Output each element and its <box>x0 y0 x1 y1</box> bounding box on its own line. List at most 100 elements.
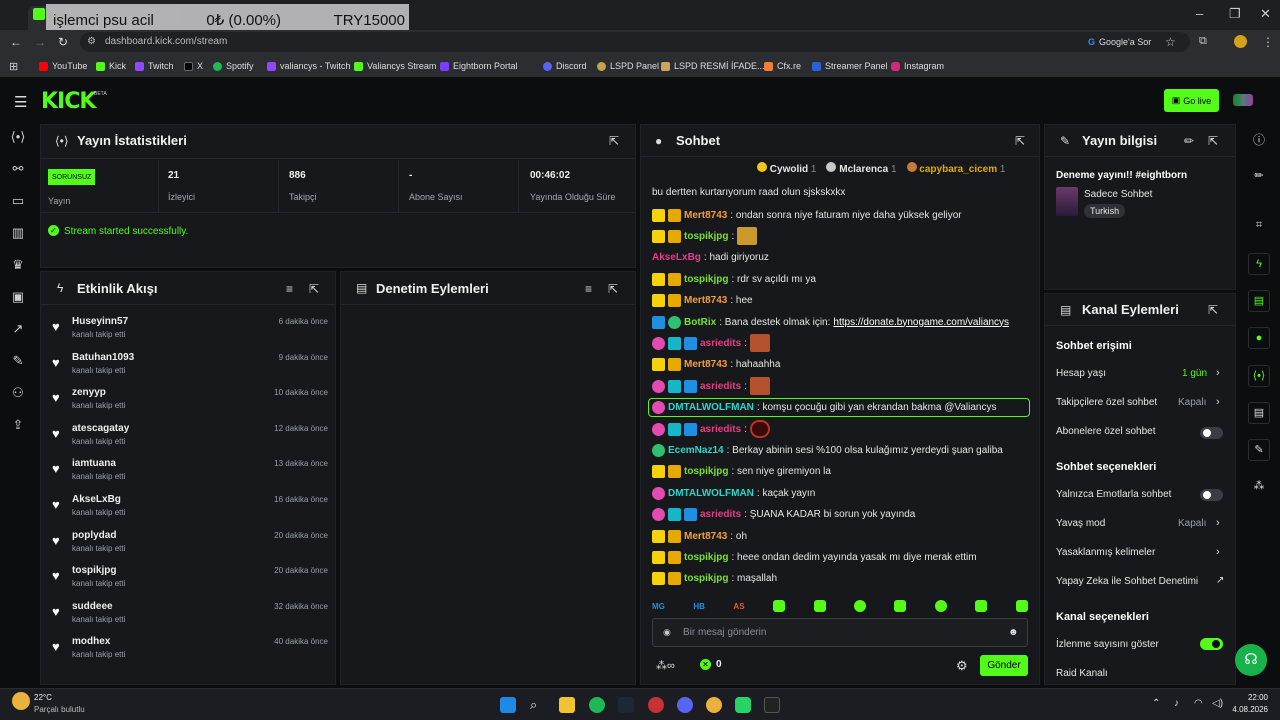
pink-badge-icon[interactable] <box>652 422 665 436</box>
bookmark-instagram[interactable]: Instagram <box>891 61 944 71</box>
chat-link[interactable]: https://donate.bynogame.com/valiancys <box>833 317 1009 328</box>
chat-username[interactable]: Mert8743 <box>684 295 727 306</box>
chat-username[interactable]: DMTALWOLFMAN <box>668 488 754 499</box>
wifi-icon[interactable]: ◠ <box>1194 698 1203 709</box>
profile-avatar[interactable] <box>1234 35 1247 48</box>
sub-badge-icon[interactable] <box>652 529 665 543</box>
wrench-icon[interactable]: ✎ <box>1248 439 1270 461</box>
gift-icon[interactable]: ⁂∞ <box>656 659 675 672</box>
activity-item[interactable]: ♥ atescagatay kanalı takip etti 12 dakika ö… <box>52 423 328 457</box>
popout-icon[interactable]: ⇱ <box>1208 303 1218 317</box>
chat-username[interactable]: tospikjpg <box>684 466 728 477</box>
pink-badge-icon[interactable] <box>652 336 665 350</box>
chat-message[interactable]: DMTALWOLFMAN: kaçak yayın <box>652 486 1032 500</box>
activity-username[interactable]: poplydad <box>72 530 116 541</box>
crown-badge-icon[interactable] <box>668 358 681 372</box>
chevron-right-icon[interactable]: › <box>1216 546 1220 558</box>
chat-message[interactable]: Mert8743: hee <box>652 294 1032 308</box>
emote-icon[interactable] <box>813 600 826 612</box>
sub-badge-icon[interactable] <box>652 550 665 564</box>
subs-only-toggle[interactable] <box>1200 427 1223 439</box>
sub-badge-icon[interactable] <box>652 272 665 286</box>
bookmark-discord[interactable]: Discord <box>543 61 587 71</box>
chevron-up-icon[interactable]: ⌃ <box>1152 698 1160 709</box>
chevron-right-icon[interactable]: › <box>1216 517 1220 529</box>
activity-username[interactable]: atescagatay <box>72 423 129 434</box>
wrench-icon[interactable]: ✎ <box>9 353 27 371</box>
emote-as[interactable]: AS <box>733 602 744 611</box>
edit-icon[interactable]: ✏ <box>1248 166 1270 188</box>
steam-icon[interactable] <box>618 697 634 713</box>
chat-username[interactable]: tospikjpg <box>684 573 728 584</box>
emote-only-toggle[interactable] <box>1200 489 1223 501</box>
activity-item[interactable]: ♥ zenyyp kanalı takip etti 10 dakika önce <box>52 387 328 421</box>
activity-username[interactable]: iamtuana <box>72 458 116 469</box>
gifter-2[interactable]: Mclarenca 1 <box>826 162 897 175</box>
sub-badge-icon[interactable] <box>652 465 665 479</box>
maximize-icon[interactable]: ❐ <box>1229 6 1241 22</box>
bookmark-twitch[interactable]: Twitch <box>135 61 174 71</box>
extensions-icon[interactable]: ⧉ <box>1199 35 1207 48</box>
emote-icon[interactable] <box>854 600 866 612</box>
followers-only-label[interactable]: Takipçilere özel sohbet <box>1056 397 1157 408</box>
pink-badge-icon[interactable] <box>652 400 665 414</box>
crown-badge-icon[interactable] <box>668 294 681 308</box>
sub-badge-icon[interactable] <box>652 358 665 372</box>
account-age-value[interactable]: 1 gün <box>1182 368 1207 379</box>
slow-mode-value[interactable]: Kapalı <box>1178 518 1206 529</box>
user-avatar[interactable] <box>1233 94 1253 106</box>
chat-emote[interactable] <box>749 377 770 396</box>
bookmark-streamer-panel[interactable]: Streamer Panel <box>812 61 888 71</box>
search-icon[interactable]: ⌕ <box>530 697 546 713</box>
sub-badge-icon[interactable] <box>652 229 665 243</box>
gift-badge-icon[interactable] <box>668 422 681 436</box>
start-icon[interactable] <box>500 697 516 713</box>
emote-icon[interactable] <box>894 600 907 612</box>
verified-badge-icon[interactable] <box>684 379 697 393</box>
chat-message[interactable]: BotRix: Bana destek olmak için: https://… <box>652 315 1032 329</box>
activity-username[interactable]: Batuhan1093 <box>72 352 134 363</box>
chat-username[interactable]: tospikjpg <box>684 231 728 242</box>
screenshot-icon[interactable]: ⌗ <box>1248 215 1270 237</box>
bookmark-lspd-ifade[interactable]: LSPD RESMİ İFADE... <box>661 61 765 71</box>
pink-badge-icon[interactable] <box>652 379 665 393</box>
verified-badge-icon[interactable] <box>652 315 665 329</box>
activity-item[interactable]: ♥ tospikjpg kanalı takip etti 20 dakika önc… <box>52 565 328 599</box>
bookmark-valiancys-twitch[interactable]: valiancys - Twitch <box>267 61 350 71</box>
activity-item[interactable]: ♥ iamtuana kanalı takip etti 13 dakika önce <box>52 458 328 492</box>
bot-badge-icon[interactable] <box>652 443 665 457</box>
edit-icon[interactable]: ✏ <box>1184 134 1194 148</box>
chat-username[interactable]: asriedits <box>700 509 741 520</box>
chat-emote[interactable] <box>749 334 770 353</box>
chat-message[interactable]: asriedits: <box>652 377 1032 396</box>
sub-badge-icon[interactable] <box>652 294 665 308</box>
stream-icon[interactable]: ⟨•⟩ <box>1248 365 1270 387</box>
users-icon[interactable]: ⚇ <box>9 385 27 403</box>
emote-mg[interactable]: MG <box>652 602 665 611</box>
apps-grid-icon[interactable]: ⊞ <box>9 60 18 73</box>
chat-message[interactable]: Mert8743: oh <box>652 529 1032 543</box>
verified-badge-icon[interactable] <box>684 422 697 436</box>
filter-icon[interactable]: ≡ <box>585 282 592 296</box>
bookmark-valiancys-stream[interactable]: Valiancys Stream <box>354 61 436 71</box>
popout-icon[interactable]: ⇱ <box>609 134 619 148</box>
crown-badge-icon[interactable] <box>668 572 681 586</box>
emote-icon[interactable] <box>975 600 988 612</box>
bookmark-cfx[interactable]: Cfx.re <box>764 61 801 71</box>
chat-emote[interactable] <box>737 227 758 246</box>
document-icon[interactable]: ▤ <box>1248 290 1270 312</box>
raid-channel-label[interactable]: Raid Kanalı <box>1056 668 1108 679</box>
chat-message[interactable]: tospikjpg: rdr sv açıldı mı ya <box>652 272 1032 286</box>
whatsapp-icon[interactable] <box>735 697 751 713</box>
bot-badge-icon[interactable] <box>668 315 681 329</box>
info-icon[interactable]: ⓘ <box>1248 130 1270 152</box>
pink-badge-icon[interactable] <box>652 508 665 522</box>
chevron-right-icon[interactable]: › <box>1216 396 1220 408</box>
chat-username[interactable]: DMTALWOLFMAN <box>668 402 754 413</box>
activity-item[interactable]: ♥ Batuhan1093 kanalı takip etti 9 dakika ön… <box>52 352 328 386</box>
microphone-icon[interactable]: ♪ <box>1174 698 1179 709</box>
sub-badge-icon[interactable] <box>652 208 665 222</box>
gifter-3[interactable]: capybara_cicem 1 <box>906 162 1005 175</box>
bookmark-spotify[interactable]: Spotify <box>213 61 254 71</box>
gift-badge-icon[interactable] <box>668 379 681 393</box>
